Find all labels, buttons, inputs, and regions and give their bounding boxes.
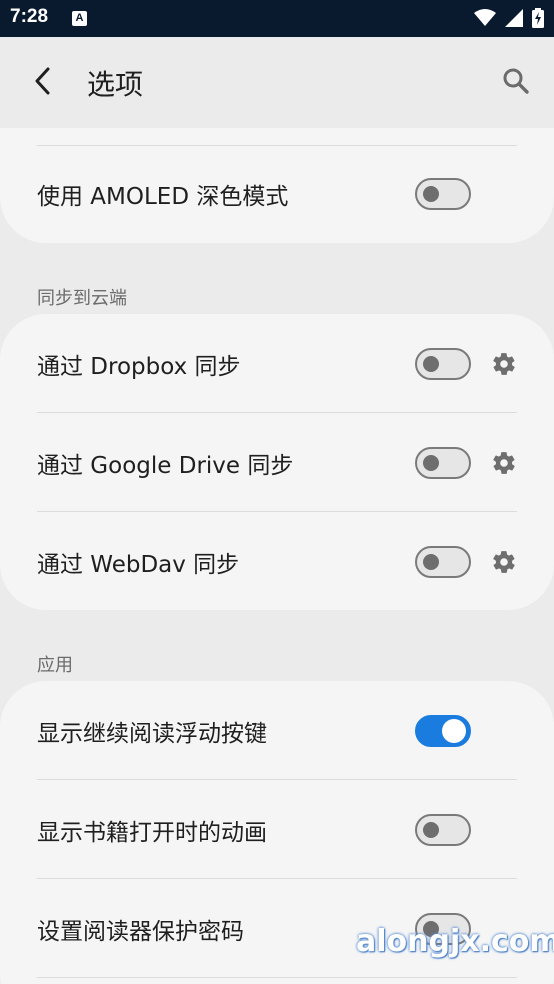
sync-settings-card: 通过 Dropbox 同步 通过 Google Drive 同步 通过 WebD… [0, 314, 554, 610]
switch-knob [423, 553, 439, 570]
gear-icon[interactable] [491, 549, 517, 575]
notification-icon: A [72, 11, 87, 26]
google-drive-sync-switch[interactable] [415, 446, 471, 479]
switch-knob [423, 186, 439, 202]
status-bar: 7:28 A [0, 0, 554, 37]
dropbox-sync-switch[interactable] [415, 347, 471, 380]
gear-icon[interactable] [491, 450, 517, 476]
switch-knob [423, 454, 439, 471]
book-open-animation-row[interactable]: 显示书籍打开时的动画 [0, 780, 554, 879]
back-arrow-icon [35, 67, 50, 95]
floating-continue-button-switch[interactable] [415, 714, 471, 747]
wifi-icon [473, 8, 496, 26]
search-icon [503, 68, 529, 94]
book-open-animation-switch[interactable] [415, 813, 471, 846]
amoled-dark-mode-row[interactable]: 使用 AMOLED 深色模式 [0, 145, 554, 243]
switch-knob [423, 355, 439, 372]
display-settings-card: 使用 AMOLED 深色模式 [0, 128, 554, 243]
webdav-sync-row[interactable]: 通过 WebDav 同步 [0, 512, 554, 611]
cell-signal-icon [504, 8, 523, 27]
section-header-app: 应用 [37, 655, 73, 676]
watermark: alongjx.com [356, 924, 554, 959]
battery-charging-icon [532, 7, 544, 28]
divider [37, 977, 517, 978]
amoled-dark-mode-switch[interactable] [415, 178, 471, 210]
page-title: 选项 [87, 68, 144, 101]
switch-knob [423, 821, 439, 838]
reader-password-label: 设置阅读器保护密码 [37, 918, 244, 945]
google-drive-sync-row[interactable]: 通过 Google Drive 同步 [0, 413, 554, 512]
dropbox-sync-row[interactable]: 通过 Dropbox 同步 [0, 314, 554, 413]
dropbox-sync-label: 通过 Dropbox 同步 [37, 353, 241, 380]
floating-continue-button-label: 显示继续阅读浮动按键 [37, 720, 267, 747]
search-button[interactable] [496, 61, 536, 101]
status-time: 7:28 [10, 6, 49, 27]
floating-continue-button-row[interactable]: 显示继续阅读浮动按键 [0, 681, 554, 780]
gear-icon[interactable] [491, 351, 517, 377]
book-open-animation-label: 显示书籍打开时的动画 [37, 819, 267, 846]
back-button[interactable] [22, 60, 64, 102]
status-icons [470, 7, 544, 29]
section-header-sync: 同步到云端 [37, 288, 127, 309]
switch-knob [442, 718, 466, 743]
app-bar: 选项 [0, 37, 554, 128]
webdav-sync-switch[interactable] [415, 545, 471, 578]
google-drive-sync-label: 通过 Google Drive 同步 [37, 452, 294, 479]
amoled-dark-mode-label: 使用 AMOLED 深色模式 [37, 184, 289, 210]
webdav-sync-label: 通过 WebDav 同步 [37, 551, 240, 578]
